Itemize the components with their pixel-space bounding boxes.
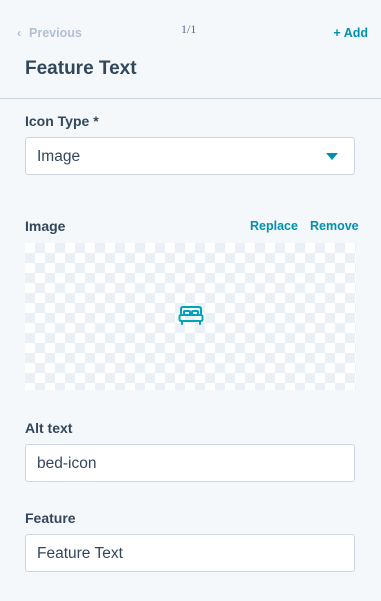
add-button[interactable]: + Add	[333, 26, 368, 40]
icon-type-label: Icon Type *	[25, 113, 99, 129]
feature-label: Feature	[25, 510, 76, 526]
alt-text-value: bed-icon	[37, 455, 97, 472]
replace-image-button[interactable]: Replace	[250, 219, 298, 233]
previous-button[interactable]: ‹ Previous	[17, 26, 82, 40]
icon-type-value: Image	[37, 148, 81, 165]
icon-type-select[interactable]: Image	[25, 137, 355, 175]
feature-value: Feature Text	[37, 545, 123, 562]
chevron-left-icon: ‹	[17, 26, 21, 40]
caret-down-icon	[326, 153, 338, 160]
page-count: 1/1	[181, 22, 197, 36]
previous-label: Previous	[29, 26, 82, 40]
alt-text-label: Alt text	[25, 420, 73, 436]
remove-image-button[interactable]: Remove	[310, 219, 359, 233]
bed-icon	[178, 306, 204, 325]
page-title: Feature Text	[25, 58, 137, 79]
image-label: Image	[25, 218, 66, 234]
feature-input[interactable]: Feature Text	[25, 534, 355, 572]
image-preview[interactable]	[25, 243, 356, 390]
panel-header: ‹ Previous 1/1 + Add Feature Text	[0, 0, 381, 99]
alt-text-input[interactable]: bed-icon	[25, 444, 355, 482]
